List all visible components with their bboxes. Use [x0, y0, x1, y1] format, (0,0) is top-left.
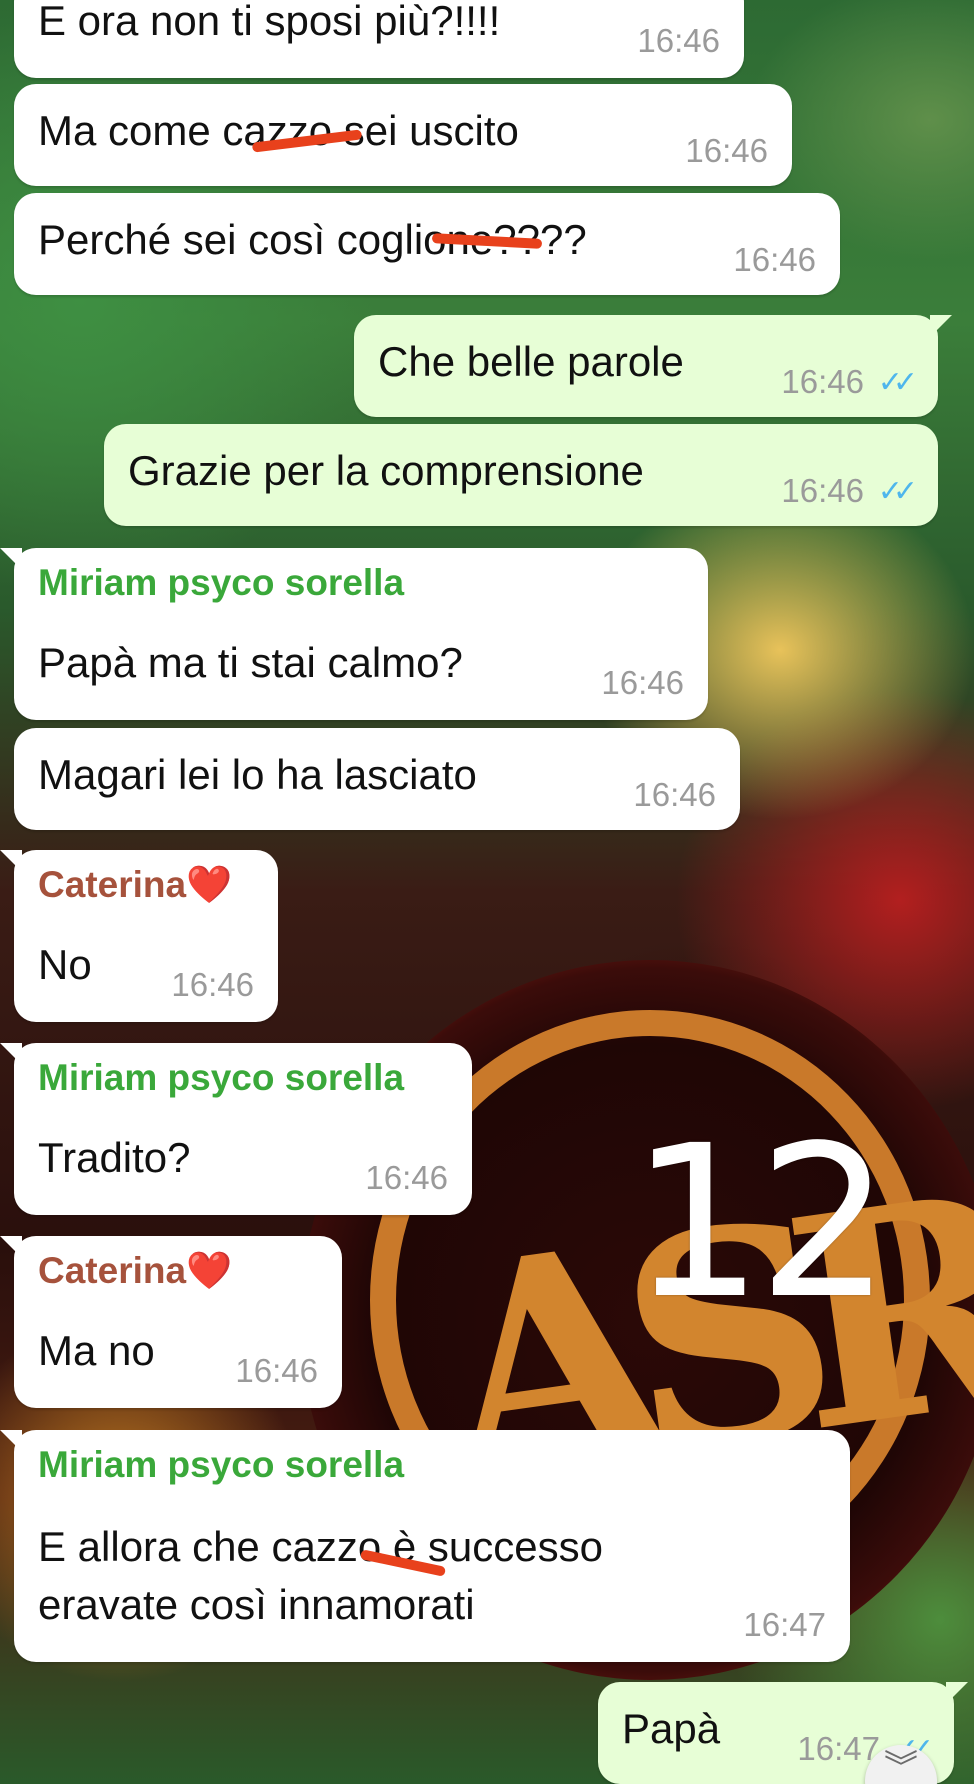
message-time: 16:46	[633, 776, 716, 813]
message-text: Ma come cazzo sei uscito	[38, 107, 519, 154]
message-time: 16:47	[797, 1730, 880, 1767]
bubble-tail	[930, 315, 952, 337]
message-time: 16:46	[601, 664, 684, 701]
message-text: E ora non ti sposi più?!!!!	[38, 0, 501, 44]
bubble-tail	[0, 1043, 22, 1065]
message-bubble-incoming[interactable]: Miriam psyco sorella Tradito? 16:46	[0, 1043, 472, 1215]
message-text: Tradito?	[38, 1134, 191, 1181]
message-text: Che belle parole	[378, 338, 684, 385]
message-time: 16:46	[235, 1352, 318, 1389]
sender-name: Miriam psyco sorella	[38, 1444, 405, 1485]
message-time: 16:46	[733, 241, 816, 278]
bubble-tail	[946, 1682, 968, 1704]
message-time: 16:47	[743, 1606, 826, 1643]
bubble-tail	[0, 850, 22, 872]
read-ticks-icon: ✓✓	[877, 475, 918, 508]
message-text: Ma no	[38, 1327, 155, 1374]
message-time: 16:46	[365, 1159, 448, 1196]
message-text: Papà ma ti stai calmo?	[38, 639, 463, 686]
sender-name: Miriam psyco sorella	[38, 562, 405, 603]
message-text: Grazie per la comprensione	[128, 447, 644, 494]
chat-screen: ASR E ora non ti sposi più?!!!! 16:46 Ma…	[0, 0, 974, 1784]
message-bubble-incoming[interactable]: Miriam psyco sorella Papà ma ti stai cal…	[0, 548, 708, 720]
message-time: 16:46	[171, 966, 254, 1003]
bubble-tail	[0, 1236, 22, 1258]
handwritten-number-overlay: 12	[630, 1100, 891, 1345]
message-bubble-outgoing[interactable]: Che belle parole 16:46 ✓✓	[354, 315, 952, 417]
bubble-tail	[0, 548, 22, 570]
message-time: 16:46	[685, 132, 768, 169]
sender-name: Miriam psyco sorella	[38, 1057, 405, 1098]
read-ticks-icon: ✓✓	[877, 366, 918, 399]
message-text-line-2: eravate così innamorati	[38, 1581, 475, 1628]
message-bubble-incoming[interactable]: Perché sei così coglione???? 16:46	[14, 193, 840, 295]
bubble-tail	[0, 1430, 22, 1452]
sender-name: Caterina❤️	[38, 1250, 233, 1291]
message-text: Papà	[622, 1705, 721, 1752]
message-text: Magari lei lo ha lasciato	[38, 751, 477, 798]
message-text: No	[38, 941, 92, 988]
message-bubble-incoming[interactable]: Caterina❤️ No 16:46	[0, 850, 278, 1022]
message-bubble-incoming[interactable]: Magari lei lo ha lasciato 16:46	[14, 728, 740, 830]
message-bubble-incoming[interactable]: Ma come cazzo sei uscito 16:46	[14, 84, 792, 186]
message-bubble-incoming[interactable]: E ora non ti sposi più?!!!! 16:46	[14, 0, 744, 78]
message-text-line-1: E allora che cazzo è successo	[38, 1523, 603, 1570]
message-bubble-outgoing[interactable]: Grazie per la comprensione 16:46 ✓✓	[104, 424, 938, 526]
message-time: 16:46	[781, 472, 864, 509]
sender-name: Caterina❤️	[38, 864, 233, 905]
message-bubble-incoming[interactable]: Caterina❤️ Ma no 16:46	[0, 1236, 342, 1408]
message-time: 16:46	[781, 363, 864, 400]
double-chevron-down-icon: ︾	[884, 1749, 918, 1784]
message-bubble-incoming[interactable]: Miriam psyco sorella E allora che cazzo …	[0, 1430, 850, 1662]
message-time: 16:46	[637, 22, 720, 59]
